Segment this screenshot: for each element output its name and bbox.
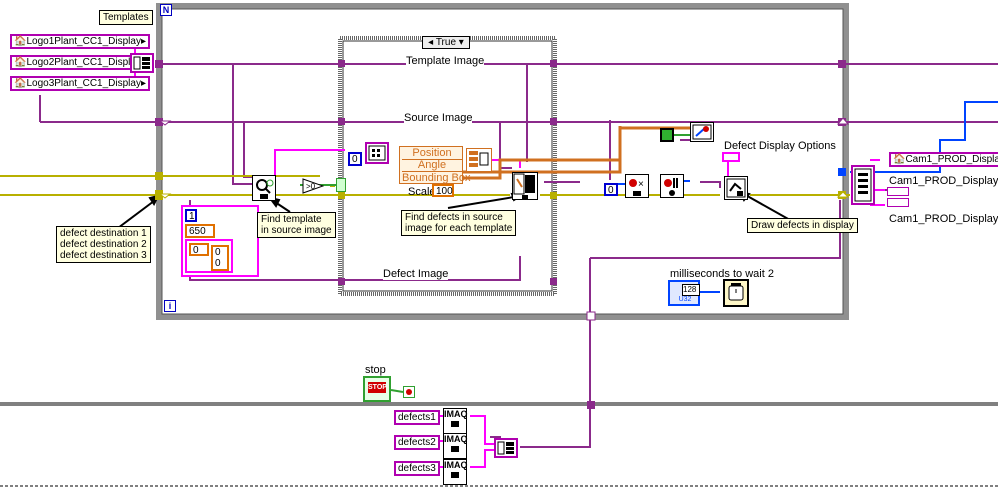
display-ref-2-label: Logo2Plant_CC1_Display [26, 57, 141, 68]
boolean-indicator [336, 178, 346, 192]
imaq-dispose-icon[interactable]: IMAQ [443, 459, 468, 485]
case-selector[interactable]: ◂ True ▾ [422, 36, 470, 49]
imaq-label-3: IMAQ [444, 460, 468, 470]
ms-wait-label: milliseconds to wait 2 [670, 268, 774, 280]
imaq-dispose-icon[interactable]: IMAQ [443, 433, 468, 459]
svg-text:×: × [638, 179, 644, 190]
index-array-icon[interactable] [365, 142, 389, 164]
prod-display-3-ref[interactable] [887, 198, 909, 207]
iteration-terminal: i [164, 300, 176, 312]
imaq-label-1: IMAQ [444, 409, 468, 419]
imaq-get-node[interactable] [660, 174, 684, 198]
display-ref-1-label: Logo1Plant_CC1_Display [26, 36, 141, 47]
defect-display-options-label: Defect Display Options [724, 140, 836, 152]
cluster-inner-zero-2: 0 [215, 258, 221, 269]
defect-destination-3: defect destination 3 [60, 250, 147, 261]
ms-wait-value[interactable]: 128 [682, 284, 700, 296]
build-array-icon[interactable] [130, 53, 154, 73]
build-array-out-icon[interactable] [851, 165, 875, 205]
display-ref-3[interactable]: 🏠Logo3Plant_CC1_Display▸ [10, 76, 151, 91]
loop-count-terminal: N [160, 4, 172, 16]
prod-display-1[interactable]: 🏠Cam1_PROD_Display [889, 152, 998, 167]
case-selector-arrow[interactable]: ▾ [459, 37, 464, 48]
cluster-value-650[interactable]: 650 [185, 224, 215, 238]
defect-destination-2: defect destination 2 [60, 239, 147, 250]
timer-icon[interactable] [723, 279, 749, 307]
angle-field: Angle [402, 159, 462, 172]
svg-text:>0: >0 [306, 182, 316, 191]
ms-wait-control[interactable]: 128 U32 [668, 280, 700, 306]
imaq-label-2: IMAQ [444, 434, 468, 444]
compare-node-icon[interactable]: >0 [302, 178, 325, 194]
case-left-arrow-icon[interactable]: ◂ [428, 37, 433, 48]
stop-label: stop [365, 364, 386, 376]
cluster-inner-value[interactable]: 0 [189, 243, 209, 256]
chevron-right-icon: ▸ [140, 78, 147, 89]
index-constant[interactable]: 0 [348, 152, 362, 166]
overlay-icon[interactable] [690, 122, 714, 142]
scale-value[interactable]: 100 [432, 184, 454, 197]
templates-label: Templates [99, 10, 153, 25]
index-constant-2[interactable]: 0 [604, 183, 618, 196]
prod-display-2-ref[interactable] [887, 187, 909, 196]
cluster-inner: 0 0 0 [185, 239, 233, 273]
defects3-ref[interactable]: defects3 [394, 461, 440, 476]
find-defects-line-1: Find defects in source [405, 212, 503, 223]
stop-button-label: STOP [368, 382, 387, 393]
defect-display-options-control[interactable] [722, 152, 740, 162]
find-template-line-1: Find template [261, 214, 322, 225]
display-ref-1[interactable]: 🏠Logo1Plant_CC1_Display▸ [10, 34, 151, 49]
color-constant[interactable] [660, 128, 674, 142]
defect-destination-1: defect destination 1 [60, 228, 147, 239]
cluster-index[interactable]: 1 [185, 209, 197, 222]
find-template-line-2: in source image [261, 225, 332, 236]
prod-display-1-label: Cam1_PROD_Display [905, 154, 998, 165]
find-template-note: Find template in source image [257, 212, 336, 238]
bounding-box-field: Bounding Box [402, 172, 471, 184]
imaq-delete-node[interactable]: × [625, 174, 649, 198]
loop-condition-terminal[interactable] [403, 386, 415, 398]
find-pattern-icon[interactable] [252, 175, 276, 201]
prod-display-3-label: Cam1_PROD_Display 3 [889, 213, 998, 225]
find-defects-note: Find defects in source image for each te… [401, 210, 517, 236]
defects1-ref[interactable]: defects1 [394, 410, 440, 425]
imaq-dispose-icon[interactable]: IMAQ [443, 408, 468, 434]
chevron-right-icon: ▸ [140, 36, 147, 47]
cluster-inner-zero-1: 0 [215, 247, 221, 258]
prod-display-2-label: Cam1_PROD_Display 2 [889, 175, 998, 187]
source-image-label: Source Image [404, 112, 473, 124]
find-defects-line-2: image for each template [405, 223, 513, 234]
display-ref-2[interactable]: 🏠Logo2Plant_CC1_Display▸ [10, 55, 151, 70]
draw-defects-note: Draw defects in display [747, 218, 858, 233]
array-build-icon[interactable] [494, 438, 518, 458]
template-image-label: Template Image [406, 55, 485, 67]
cluster-array-icon[interactable] [466, 148, 492, 172]
ms-wait-unit: U32 [678, 296, 692, 303]
defect-destinations-note: defect destination 1 defect destination … [56, 226, 151, 263]
cluster-inner-box[interactable]: 0 0 [211, 245, 229, 271]
draw-defects-node[interactable] [724, 176, 748, 200]
case-selector-value: True [435, 37, 457, 48]
defects2-ref[interactable]: defects2 [394, 435, 440, 450]
match-cluster-unbundle[interactable]: Position Angle Bounding Box [399, 146, 471, 184]
roi-cluster-constant[interactable]: 1 650 0 0 0 [181, 205, 259, 277]
display-ref-3-label: Logo3Plant_CC1_Display [26, 78, 141, 89]
stop-button-icon[interactable]: STOP [363, 376, 391, 402]
defect-image-label: Defect Image [383, 268, 449, 280]
find-defects-node[interactable] [512, 172, 538, 200]
